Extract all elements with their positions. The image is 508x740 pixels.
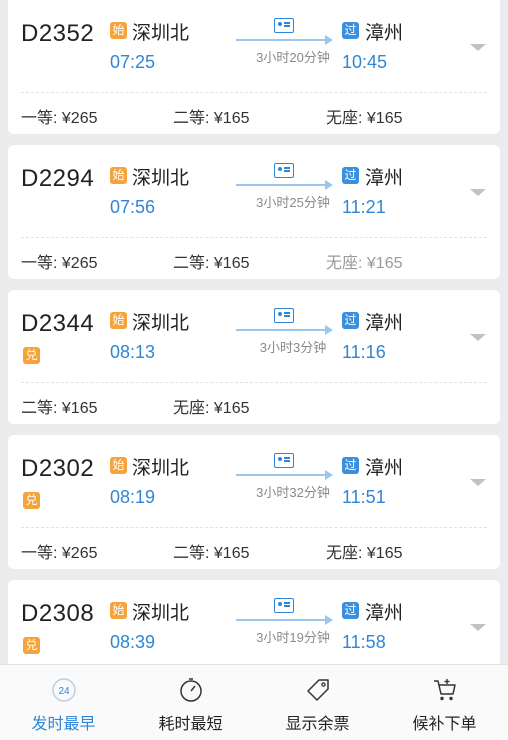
- seat-price: 二等: ¥165: [173, 545, 250, 562]
- route-arrow-line: [236, 619, 331, 621]
- chevron-down-icon[interactable]: [470, 479, 486, 486]
- ticket-tag-icon: [306, 679, 329, 701]
- route-arrow-head: [325, 180, 333, 190]
- dashed-divider: [21, 382, 487, 383]
- id-card-icon: [274, 163, 294, 178]
- route-arrow-line: [236, 329, 331, 331]
- exchange-badge: 兑: [23, 637, 40, 654]
- origin-badge: 始: [110, 602, 127, 619]
- sort-tab-bar: 24 发时最早 耗时最短 显示余票 候补下单: [0, 664, 508, 740]
- departure-time: 07:56: [110, 197, 156, 217]
- dashed-divider: [21, 92, 487, 93]
- departure-time: 08:19: [110, 487, 156, 507]
- tab-earliest-departure[interactable]: 24 发时最早: [0, 665, 127, 740]
- arrival-station: 漳州: [365, 603, 404, 624]
- seat-price: 二等: ¥165: [173, 110, 250, 127]
- departure-time: 08:39: [110, 632, 156, 652]
- departure-station: 深圳北: [132, 168, 190, 189]
- tab-shortest-duration[interactable]: 耗时最短: [127, 665, 254, 740]
- departure-station: 深圳北: [132, 23, 190, 44]
- origin-badge: 始: [110, 22, 127, 39]
- id-card-icon: [274, 18, 294, 33]
- chevron-down-icon[interactable]: [470, 44, 486, 51]
- seat-price: 一等: ¥265: [21, 255, 98, 272]
- chevron-down-icon[interactable]: [470, 624, 486, 631]
- train-number: D2294: [21, 165, 95, 192]
- travel-duration: 3小时3分钟: [259, 340, 327, 355]
- seat-price: 二等: ¥165: [173, 255, 250, 272]
- travel-duration: 3小时19分钟: [256, 630, 330, 645]
- chevron-down-icon[interactable]: [470, 334, 486, 341]
- travel-duration: 3小时32分钟: [256, 485, 330, 500]
- pass-through-badge: 过: [342, 22, 359, 39]
- route-arrow-head: [325, 325, 333, 335]
- departure-station: 深圳北: [132, 458, 190, 479]
- dashed-divider: [21, 527, 487, 528]
- origin-badge: 始: [110, 167, 127, 184]
- pass-through-badge: 过: [342, 457, 359, 474]
- tab-label: 候补下单: [412, 716, 477, 733]
- train-number: D2344: [21, 310, 95, 337]
- arrival-station: 漳州: [365, 23, 404, 44]
- stopwatch-icon: [179, 678, 202, 702]
- arrival-time: 10:45: [342, 52, 388, 72]
- seat-price: 一等: ¥265: [21, 110, 98, 127]
- arrival-station: 漳州: [365, 458, 404, 479]
- arrival-time: 11:58: [342, 632, 386, 652]
- exchange-badge: 兑: [23, 347, 40, 364]
- arrival-station: 漳州: [365, 313, 404, 334]
- clock-24-icon: 24: [51, 678, 76, 702]
- pass-through-badge: 过: [342, 167, 359, 184]
- seat-price: 无座: ¥165: [326, 255, 403, 272]
- train-number: D2302: [21, 455, 95, 482]
- tab-label: 显示余票: [285, 716, 350, 733]
- dashed-divider: [21, 237, 487, 238]
- train-card[interactable]: D2294 始深圳北 07:56 3小时25分钟过漳州 11:21 一等: ¥265 二等:…: [8, 145, 500, 279]
- train-card[interactable]: D2302 兑 始深圳北 08:19 3小时32分钟过漳州 11:51 一等: ¥265 二等…: [8, 435, 500, 569]
- travel-duration: 3小时20分钟: [256, 50, 330, 65]
- train-card[interactable]: D2352 始深圳北 07:25 3小时20分钟过漳州 10:45 一等: ¥265 二等:…: [8, 0, 500, 134]
- arrival-time: 11:16: [342, 342, 386, 362]
- id-card-icon: [274, 453, 294, 468]
- pass-through-badge: 过: [342, 602, 359, 619]
- route-arrow-line: [236, 184, 331, 186]
- train-card[interactable]: D2344 兑 始深圳北 08:13 3小时3分钟过漳州 11:16 二等: ¥165 无座:…: [8, 290, 500, 424]
- train-number: D2352: [21, 20, 95, 47]
- departure-station: 深圳北: [132, 313, 190, 334]
- route-arrow-head: [325, 470, 333, 480]
- departure-time: 08:13: [110, 342, 156, 362]
- route-arrow-line: [236, 39, 331, 41]
- tab-waitlist-order[interactable]: 候补下单: [381, 665, 508, 740]
- svg-text:24: 24: [58, 686, 70, 697]
- chevron-down-icon[interactable]: [470, 189, 486, 196]
- seat-price: 二等: ¥165: [21, 400, 98, 417]
- arrival-time: 11:51: [342, 487, 386, 507]
- route-arrow-head: [325, 615, 333, 625]
- tab-label: 发时最早: [31, 716, 96, 733]
- id-card-icon: [274, 308, 294, 323]
- cart-plus-icon: [433, 679, 456, 701]
- tab-label: 耗时最短: [158, 716, 223, 733]
- seat-price: 无座: ¥165: [326, 545, 403, 562]
- exchange-badge: 兑: [23, 492, 40, 509]
- seat-price: 无座: ¥165: [326, 110, 403, 127]
- tab-show-remaining[interactable]: 显示余票: [254, 665, 381, 740]
- route-arrow-head: [325, 35, 333, 45]
- travel-duration: 3小时25分钟: [256, 195, 330, 210]
- seat-price: 无座: ¥165: [173, 400, 250, 417]
- id-card-icon: [274, 598, 294, 613]
- seat-price: 一等: ¥265: [21, 545, 98, 562]
- departure-time: 07:25: [110, 52, 156, 72]
- arrival-time: 11:21: [342, 197, 386, 217]
- arrival-station: 漳州: [365, 168, 404, 189]
- route-arrow-line: [236, 474, 331, 476]
- origin-badge: 始: [110, 457, 127, 474]
- origin-badge: 始: [110, 312, 127, 329]
- pass-through-badge: 过: [342, 312, 359, 329]
- train-number: D2308: [21, 600, 95, 627]
- departure-station: 深圳北: [132, 603, 190, 624]
